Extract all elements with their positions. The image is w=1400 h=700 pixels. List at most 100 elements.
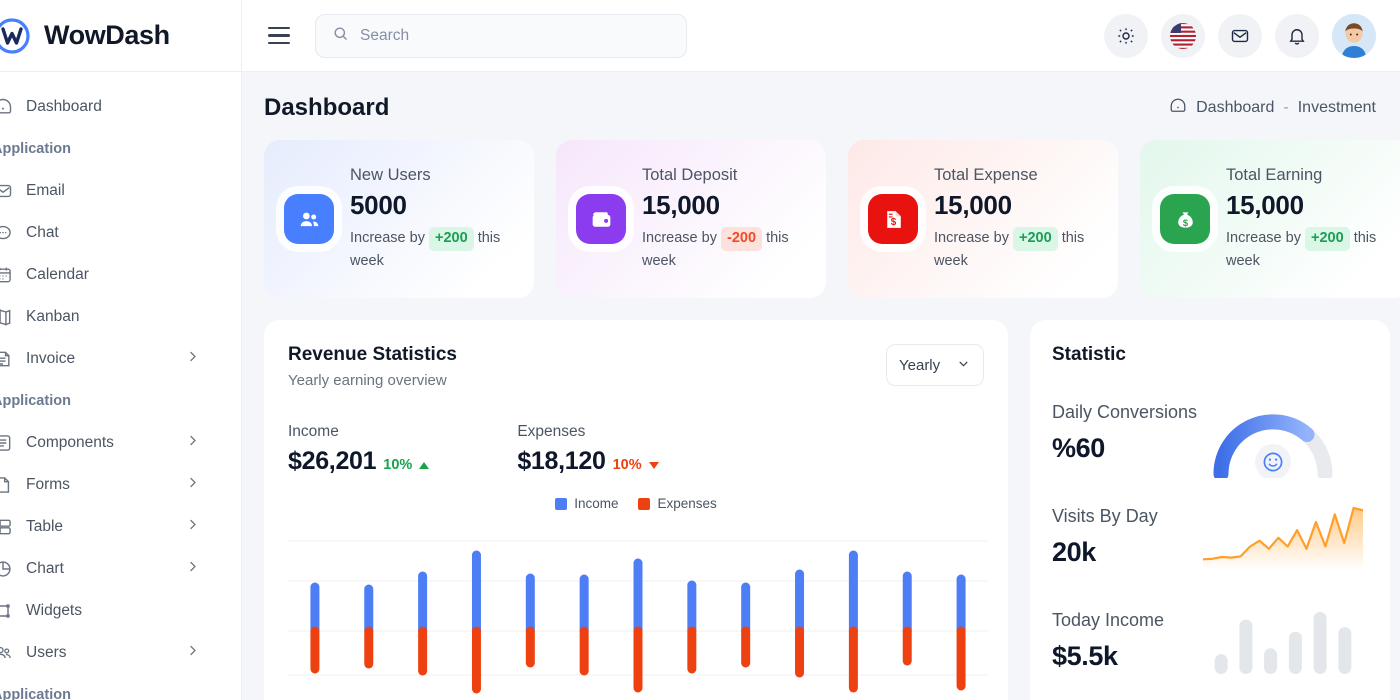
invoice-icon: [0, 348, 14, 370]
stat-cards: New Users 5000 Increase by +200 this wee…: [242, 140, 1400, 298]
page-title: Dashboard: [264, 94, 390, 121]
statistic-label: Daily Conversions: [1052, 402, 1198, 422]
chevron-right-icon[interactable]: [185, 643, 201, 663]
search-box[interactable]: [315, 13, 687, 58]
statistic-today-income: Today Income $5.5k: [1052, 604, 1368, 678]
sidebar-item-email[interactable]: Email: [0, 170, 241, 212]
sidebar-item-components[interactable]: Components: [0, 422, 241, 464]
revenue-statistics-panel: Revenue Statistics Yearly earning overvi…: [264, 320, 1008, 700]
breadcrumb-home[interactable]: Dashboard: [1196, 99, 1274, 117]
kpi-label: Income: [288, 423, 339, 440]
search-input[interactable]: [360, 26, 670, 45]
statistic-panel: Statistic Daily Conversions %60 Visits B…: [1030, 320, 1390, 700]
card-note-prefix: Increase by: [350, 230, 425, 247]
table-icon: [0, 516, 14, 538]
chart-legend: Income Expenses: [288, 496, 984, 511]
card-delta-chip: +200: [1305, 227, 1350, 251]
topbar: [242, 0, 1400, 72]
sidebar-section-application-2: Application: [0, 393, 71, 409]
revenue-bar-chart: [288, 523, 988, 700]
money-bag-icon: $: [1160, 194, 1210, 244]
wowdash-w-logo-icon: [0, 14, 34, 58]
sidebar-item-label: Components: [26, 434, 114, 451]
widgets-icon: [0, 600, 14, 622]
us-flag-icon[interactable]: [1161, 13, 1205, 58]
kpi-label: Expenses: [517, 423, 586, 440]
bell-icon[interactable]: [1275, 13, 1319, 58]
statistic-visits-by-day: Visits By Day 20k: [1052, 500, 1368, 574]
sidebar-nav: Dashboard Application Email Chat: [0, 72, 241, 700]
users-group-icon: [284, 194, 334, 244]
statistic-value: 20k: [1052, 537, 1096, 567]
trend-up-icon: [419, 462, 430, 469]
sidebar-item-label: Widgets: [26, 602, 82, 619]
card-label: Total Earning: [1226, 166, 1323, 185]
hamburger-icon[interactable]: [262, 19, 296, 53]
sidebar-item-dashboard[interactable]: Dashboard: [0, 86, 241, 128]
card-value: 5000: [350, 190, 407, 221]
legend-swatch-expenses: [638, 497, 651, 510]
sidebar-section-application-3: Application: [0, 687, 71, 700]
dashboard-icon: [1169, 97, 1187, 120]
user-avatar[interactable]: [1332, 13, 1376, 58]
sidebar-item-widgets[interactable]: Widgets: [0, 590, 241, 632]
kpi-percent: 10%: [612, 457, 642, 473]
legend-item-expenses[interactable]: Expenses: [638, 496, 717, 511]
breadcrumb-separator: -: [1283, 99, 1289, 116]
chat-icon: [0, 222, 14, 244]
income-bar-spark-chart: [1203, 604, 1368, 678]
revenue-range-value: Yearly: [899, 356, 941, 374]
sidebar-logo[interactable]: WowDash: [0, 0, 241, 72]
search-icon: [332, 25, 349, 47]
main-area: Dashboard Dashboard - Investment: [242, 0, 1400, 700]
stat-card-new-users: New Users 5000 Increase by +200 this wee…: [264, 140, 534, 298]
chevron-down-icon: [956, 356, 971, 375]
chevron-right-icon[interactable]: [185, 433, 201, 453]
legend-item-income[interactable]: Income: [555, 496, 618, 511]
statistic-title: Statistic: [1052, 344, 1126, 365]
brand-name: WowDash: [44, 20, 170, 50]
sidebar-item-calendar[interactable]: Calendar: [0, 254, 241, 296]
card-delta-chip: +200: [1013, 227, 1058, 251]
chevron-right-icon[interactable]: [185, 349, 201, 369]
card-value: 15,000: [934, 190, 1012, 221]
chevron-right-icon[interactable]: [185, 559, 201, 579]
sidebar-item-chart[interactable]: Chart: [0, 548, 241, 590]
revenue-range-select[interactable]: Yearly: [886, 344, 984, 386]
statistic-value: $5.5k: [1052, 641, 1118, 671]
revenue-subtitle: Yearly earning overview: [288, 372, 447, 389]
sidebar-item-label: Kanban: [26, 308, 80, 325]
chevron-right-icon[interactable]: [185, 517, 201, 537]
card-value: 15,000: [642, 190, 720, 221]
kpi-income: Income $26,201 10%: [288, 423, 430, 476]
chevron-right-icon[interactable]: [185, 475, 201, 495]
card-label: Total Expense: [934, 166, 1038, 185]
sidebar: WowDash Dashboard Application Email: [0, 0, 242, 700]
sidebar-item-chat[interactable]: Chat: [0, 212, 241, 254]
kpi-expenses: Expenses $18,120 10%: [517, 423, 659, 476]
sidebar-item-table[interactable]: Table: [0, 506, 241, 548]
mail-icon[interactable]: [1218, 13, 1262, 58]
kpi-percent: 10%: [383, 457, 413, 473]
expense-document-icon: $: [868, 194, 918, 244]
stat-card-total-earning: $ Total Earning 15,000 Increase by +200 …: [1140, 140, 1400, 298]
sidebar-item-kanban[interactable]: Kanban: [0, 296, 241, 338]
kanban-icon: [0, 306, 14, 328]
sidebar-section-application-1: Application: [0, 141, 71, 157]
card-note: Increase by +200 this week: [934, 227, 1098, 271]
kpi-value: $26,201: [288, 447, 377, 475]
topbar-actions: [1104, 13, 1376, 58]
card-label: Total Deposit: [642, 166, 738, 185]
statistic-value: %60: [1052, 433, 1105, 463]
sidebar-item-invoice[interactable]: Invoice: [0, 338, 241, 380]
components-icon: [0, 432, 14, 454]
chart-icon: [0, 558, 14, 580]
lower-panels: Revenue Statistics Yearly earning overvi…: [242, 298, 1400, 700]
trend-down-icon: [648, 462, 659, 469]
card-delta-chip: -200: [721, 227, 763, 251]
sidebar-item-users[interactable]: Users: [0, 632, 241, 674]
statistic-label: Visits By Day: [1052, 506, 1158, 526]
sun-icon[interactable]: [1104, 13, 1148, 58]
sidebar-item-forms[interactable]: Forms: [0, 464, 241, 506]
stat-card-total-expense: $ Total Expense 15,000 Increase by +200 …: [848, 140, 1118, 298]
